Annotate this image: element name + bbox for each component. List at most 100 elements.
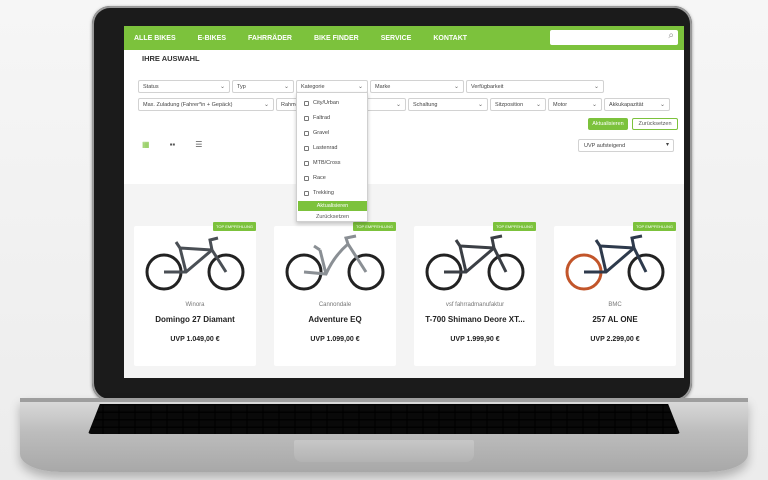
nav-bike-finder[interactable]: BIKE FINDER [314,35,359,42]
apply-button[interactable]: Aktualisieren [588,118,628,130]
filter-max-zuladung[interactable]: Max. Zuladung (Fahrer*in + Gepäck) ⌄ [138,98,274,111]
option-gravel[interactable]: Gravel [304,130,329,136]
laptop-screen: ALLE BIKES E-BIKES FAHRRÄDER BIKE FINDER… [124,26,684,378]
option-label: Race [313,175,326,181]
top-empfehlung-badge: TOP EMPFEHLUNG [633,222,676,231]
chevron-down-icon: ⌄ [591,102,597,108]
filter-akkukapazitaet[interactable]: Akkukapazität ⌄ [604,98,670,111]
laptop-hinge [20,398,748,402]
nav-fahrraeder[interactable]: FAHRRÄDER [248,35,292,42]
product-name[interactable]: Adventure EQ [274,315,396,324]
product-price: UVP 1.099,00 € [310,336,360,343]
checkbox-icon[interactable] [304,115,309,121]
reset-button[interactable]: Zurücksetzen [632,118,678,130]
search-input[interactable]: ⌕ [550,30,678,45]
caret-down-icon: ▾ [665,142,669,148]
filter-typ[interactable]: Typ ⌄ [232,80,294,93]
option-trekking[interactable]: Trekking [304,190,334,196]
product-card[interactable]: TOP EMPFEHLUNG BMC 257 AL ONE UVP 2.299,… [554,222,676,366]
chevron-down-icon: ⌄ [219,84,225,90]
chevron-down-icon: ⌄ [535,102,541,108]
kategorie-dropdown: City/Urban Faltrad Gravel Lastenrad MTB/… [296,92,368,222]
bike-image [145,236,245,291]
option-label: Gravel [313,130,330,136]
product-name[interactable]: T-700 Shimano Deore XT... [414,315,536,324]
nav-kontakt[interactable]: KONTAKT [433,35,467,42]
filter-max-zuladung-label: Max. Zuladung (Fahrer*in + Gepäck) [143,102,233,108]
search-icon[interactable]: ⌕ [668,30,674,41]
filter-motor[interactable]: Motor ⌄ [548,98,602,111]
checkbox-icon[interactable] [304,145,309,151]
page-title: IHRE AUSWAHL [142,54,200,63]
main-nav: ALLE BIKES E-BIKES FAHRRÄDER BIKE FINDER… [124,26,684,50]
filter-verfuegbarkeit-label: Verfügbarkeit [471,84,504,90]
bike-image [565,234,665,291]
filter-status-label: Status [143,84,159,90]
option-label: MTB/Cross [313,160,341,166]
nav-alle-bikes[interactable]: ALLE BIKES [134,35,176,42]
chevron-down-icon: ⌄ [283,84,289,90]
chevron-down-icon: ⌄ [395,102,401,108]
filter-schaltung[interactable]: Schaltung ⌄ [408,98,488,111]
chevron-down-icon: ⌄ [593,84,599,90]
filter-akkukapazitaet-label: Akkukapazität [609,102,644,108]
view-switcher: ▦ ▪▪ ☰ [142,140,202,149]
checkbox-icon[interactable] [304,130,309,136]
trackpad [294,440,474,462]
product-card[interactable]: TOP EMPFEHLUNG vsf fahrradmanufaktur T-7… [414,222,536,366]
product-brand: Cannondale [318,302,352,308]
option-label: Trekking [313,190,334,196]
top-empfehlung-badge: TOP EMPFEHLUNG [353,222,396,231]
option-lastenrad[interactable]: Lastenrad [304,145,337,151]
option-mtb-cross[interactable]: MTB/Cross [304,160,341,166]
stage: ALLE BIKES E-BIKES FAHRRÄDER BIKE FINDER… [0,0,768,480]
filter-marke[interactable]: Marke ⌄ [370,80,464,93]
bike-image [285,234,385,291]
chevron-down-icon: ⌄ [477,102,483,108]
filter-status[interactable]: Status ⌄ [138,80,230,93]
top-empfehlung-badge: TOP EMPFEHLUNG [493,222,536,231]
filter-verfuegbarkeit[interactable]: Verfügbarkeit ⌄ [466,80,604,93]
list-view-icon[interactable]: ☰ [195,140,202,149]
filter-typ-label: Typ [237,84,246,90]
product-card[interactable]: TOP EMPFEHLUNG Winora Domingo 27 Diamant… [134,222,256,366]
filter-sitzposition-label: Sitzposition [495,102,524,108]
grid-large-icon[interactable]: ▪▪ [170,140,176,149]
filter-marke-label: Marke [375,84,391,90]
option-label: Lastenrad [313,145,338,151]
product-card[interactable]: TOP EMPFEHLUNG Cannondale Adventure EQ U… [274,222,396,366]
sort-select[interactable]: UVP aufsteigend ▾ [578,139,674,152]
product-name[interactable]: Domingo 27 Diamant [134,315,256,324]
product-price: UVP 2.299,00 € [590,336,640,343]
nav-service[interactable]: SERVICE [381,35,412,42]
product-brand: Winora [185,302,205,308]
product-price: UVP 1.049,00 € [170,336,220,343]
dropdown-apply-button[interactable]: Aktualisieren [298,201,367,211]
checkbox-icon[interactable] [304,175,309,181]
option-city-urban[interactable]: City/Urban [304,100,339,106]
filter-schaltung-label: Schaltung [413,102,438,108]
top-empfehlung-badge: TOP EMPFEHLUNG [213,222,256,231]
option-race[interactable]: Race [304,175,326,181]
keyboard [88,404,680,434]
product-name[interactable]: 257 AL ONE [554,315,676,324]
chevron-down-icon: ⌄ [659,102,665,108]
bike-image [425,234,525,291]
filter-sitzposition[interactable]: Sitzposition ⌄ [490,98,546,111]
chevron-down-icon: ⌄ [357,84,363,90]
option-faltrad[interactable]: Faltrad [304,115,330,121]
option-label: Faltrad [313,115,331,121]
option-label: City/Urban [313,100,339,106]
product-price: UVP 1.999,90 € [450,336,500,343]
nav-e-bikes[interactable]: E-BIKES [198,35,226,42]
grid-small-icon[interactable]: ▦ [142,140,150,149]
dropdown-reset-button[interactable]: Zurücksetzen [298,213,367,222]
checkbox-icon[interactable] [304,190,309,196]
chevron-down-icon: ⌄ [453,84,459,90]
checkbox-icon[interactable] [304,100,309,106]
product-brand: BMC [608,302,622,308]
product-brand: vsf fahrradmanufaktur [445,302,505,308]
sort-label: UVP aufsteigend [584,143,626,149]
chevron-down-icon: ⌄ [263,102,269,108]
checkbox-icon[interactable] [304,160,309,166]
